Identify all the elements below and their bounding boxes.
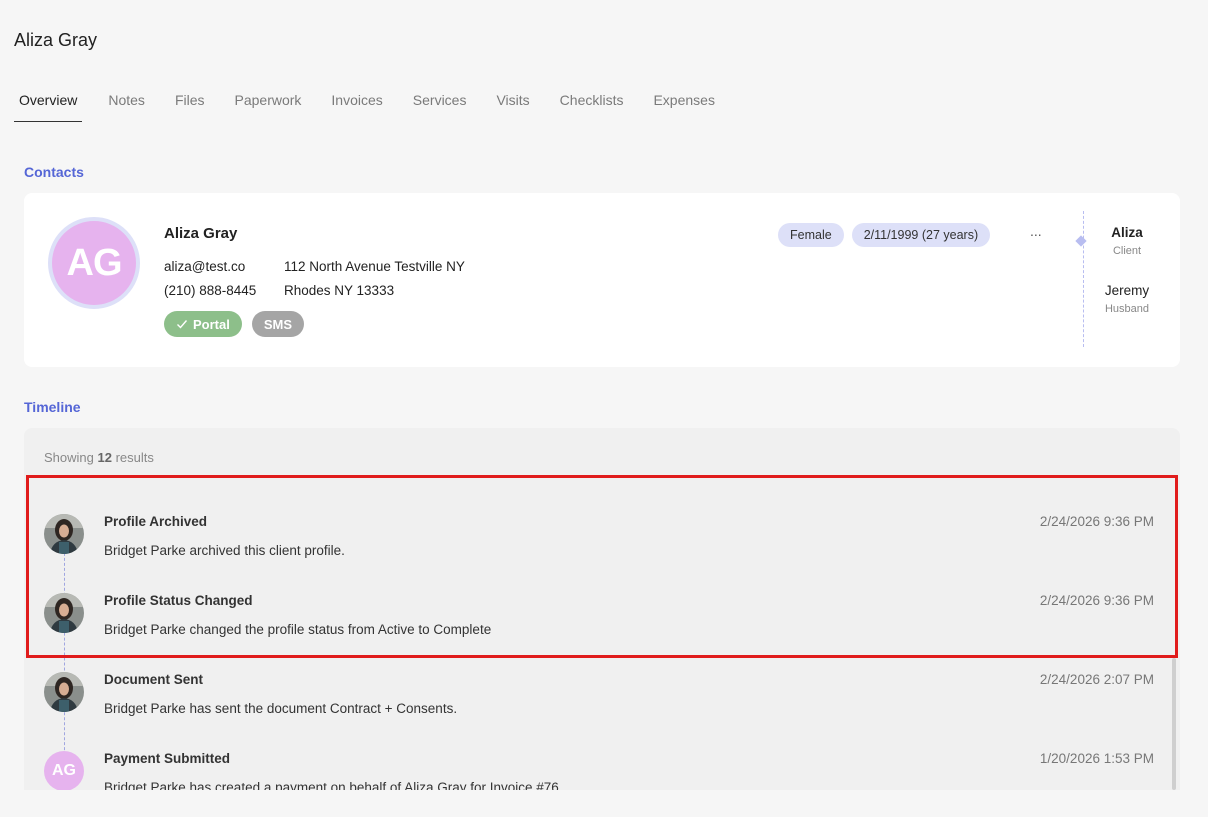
more-options-button[interactable]: ...: [1030, 223, 1042, 239]
user-avatar: [44, 672, 84, 712]
entry-timestamp: 1/20/2026 1:53 PM: [1039, 751, 1154, 766]
contact-name: Aliza Gray: [164, 225, 238, 242]
timeline-section-label: Timeline: [24, 399, 81, 415]
tab-services[interactable]: Services: [398, 84, 482, 122]
results-count: 12: [97, 450, 112, 465]
contact-pills: Female 2/11/1999 (27 years): [778, 223, 991, 247]
user-avatar: [44, 514, 84, 554]
entry-timestamp: 2/24/2026 9:36 PM: [1039, 593, 1154, 608]
tab-invoices[interactable]: Invoices: [316, 84, 397, 122]
portal-badge: Portal: [164, 311, 242, 337]
tab-overview[interactable]: Overview: [14, 84, 83, 122]
tab-notes[interactable]: Notes: [93, 84, 160, 122]
contacts-section-label: Contacts: [24, 164, 84, 180]
relation-role: Husband: [1104, 303, 1150, 315]
contact-address-line2: Rhodes NY 13333: [284, 283, 395, 298]
page-title: Aliza Gray: [14, 30, 98, 50]
timeline-entry: Document Sent Bridget Parke has sent the…: [24, 666, 1180, 746]
tab-bar: Overview Notes Files Paperwork Invoices …: [14, 84, 730, 122]
tab-expenses[interactable]: Expenses: [638, 84, 729, 122]
relation-item-aliza[interactable]: Aliza Client: [1094, 225, 1160, 257]
user-avatar-initials: AG: [44, 751, 84, 790]
relation-role: Client: [1112, 245, 1142, 257]
relation-name: Aliza: [1111, 225, 1143, 240]
contact-phone[interactable]: (210) 888-8445: [164, 283, 256, 298]
tab-visits[interactable]: Visits: [481, 84, 544, 122]
timeline-entry: AG Payment Submitted Bridget Parke has c…: [24, 745, 1180, 790]
user-avatar: [44, 593, 84, 633]
entry-title: Document Sent: [104, 672, 204, 687]
gender-pill: Female: [778, 223, 844, 247]
entry-title: Profile Status Changed: [104, 593, 253, 608]
entry-timestamp: 2/24/2026 9:36 PM: [1039, 514, 1154, 529]
entry-description: Bridget Parke archived this client profi…: [104, 543, 345, 558]
timeline-entry: Profile Archived Bridget Parke archived …: [24, 508, 1180, 588]
relations-divider: [1083, 211, 1084, 347]
contact-avatar: AG: [48, 217, 140, 309]
entry-description: Bridget Parke changed the profile status…: [104, 622, 492, 637]
sms-badge: SMS: [251, 311, 305, 337]
relation-selected-marker: [1075, 235, 1087, 247]
contact-address-line1: 112 North Avenue Testville NY: [284, 259, 465, 274]
dob-pill: 2/11/1999 (27 years): [851, 223, 991, 247]
results-count-text: Showing 12 results: [44, 450, 154, 465]
contact-email[interactable]: aliza@test.co: [164, 259, 245, 274]
entry-description: Bridget Parke has created a payment on b…: [104, 780, 563, 790]
check-icon: [177, 320, 188, 329]
portal-badge-label: Portal: [193, 316, 230, 332]
contact-badges: Portal SMS: [164, 311, 305, 337]
tab-paperwork[interactable]: Paperwork: [220, 84, 317, 122]
contact-card: AG Aliza Gray aliza@test.co (210) 888-84…: [24, 193, 1180, 367]
relation-item-jeremy[interactable]: Jeremy Husband: [1094, 283, 1160, 315]
relation-name: Jeremy: [1104, 283, 1150, 298]
timeline-entry: Profile Status Changed Bridget Parke cha…: [24, 587, 1180, 667]
tab-checklists[interactable]: Checklists: [545, 84, 639, 122]
entry-title: Payment Submitted: [104, 751, 231, 766]
entry-timestamp: 2/24/2026 2:07 PM: [1039, 672, 1154, 687]
entry-title: Profile Archived: [104, 514, 208, 529]
entry-description: Bridget Parke has sent the document Cont…: [104, 701, 458, 716]
results-prefix: Showing: [44, 450, 94, 465]
tab-files[interactable]: Files: [160, 84, 220, 122]
timeline-panel: Showing 12 results Profile Archived Brid…: [24, 428, 1180, 790]
results-suffix: results: [115, 450, 154, 465]
